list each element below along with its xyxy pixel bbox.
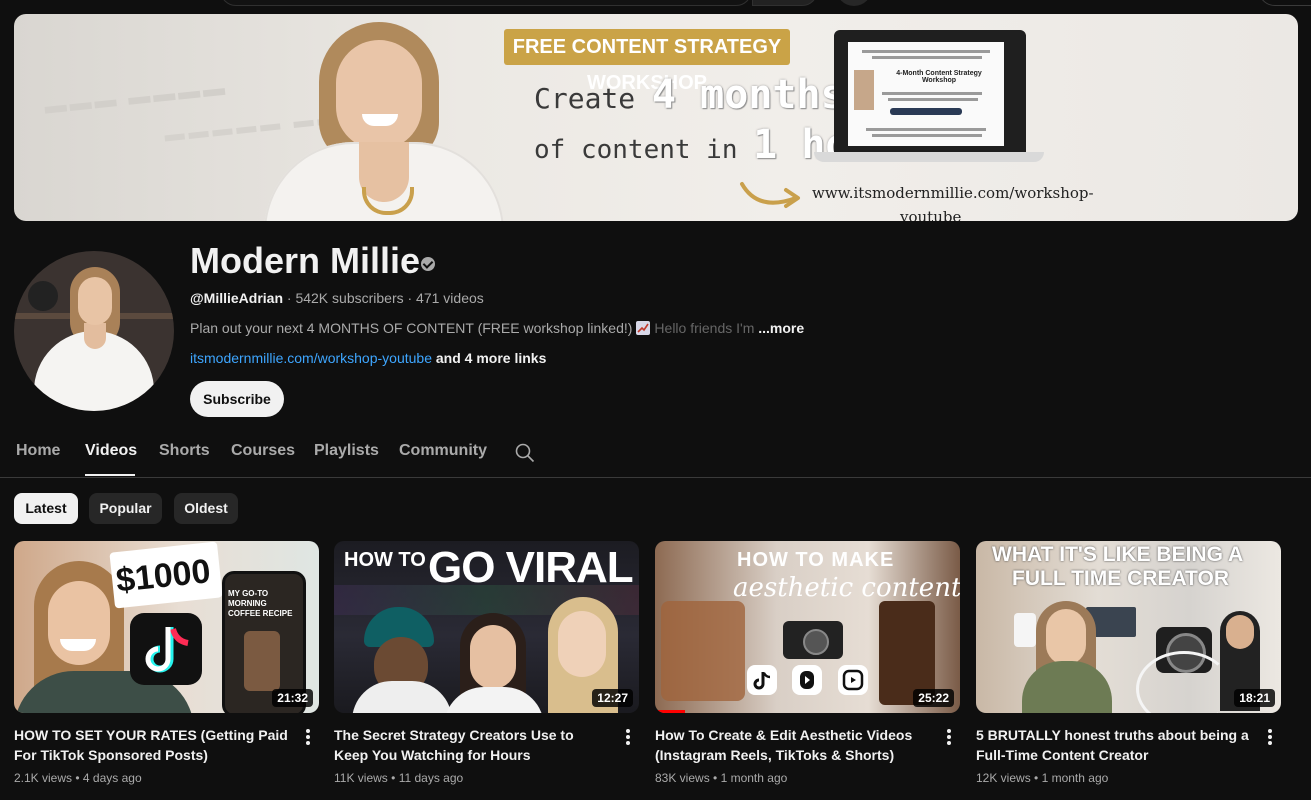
tab-community[interactable]: Community <box>399 442 487 460</box>
channel-link[interactable]: itsmodernmillie.com/workshop-youtube <box>190 350 432 366</box>
video-card[interactable]: HOW TO GO VIRAL 12:27 The Secret Strateg… <box>334 541 639 791</box>
video-meta: 2.1K views • 4 days ago <box>14 771 142 785</box>
voice-search-button[interactable] <box>836 0 872 6</box>
video-age: 1 month ago <box>1041 771 1109 785</box>
thumb-text: WHAT IT'S LIKE BEING A <box>992 543 1244 566</box>
tab-shorts[interactable]: Shorts <box>159 442 210 460</box>
channel-links: itsmodernmillie.com/workshop-youtube and… <box>190 350 546 366</box>
tiktok-icon <box>130 613 202 685</box>
video-card[interactable]: WHAT IT'S LIKE BEING A FULL TIME CREATOR… <box>976 541 1281 791</box>
video-title[interactable]: How To Create & Edit Aesthetic Videos (I… <box>655 725 931 765</box>
banner-background-decoration: ▬▬▬ ▬▬▬▬ <box>43 74 229 119</box>
reels-icon <box>838 665 868 695</box>
tab-videos[interactable]: Videos <box>85 442 137 460</box>
video-thumbnail[interactable]: HOW TO MAKE aesthetic content 25:22 <box>655 541 960 713</box>
video-age: 1 month ago <box>720 771 788 785</box>
channel-handle: @MillieAdrian <box>190 290 283 306</box>
thumb-text: HOW TO <box>344 549 426 571</box>
video-card[interactable]: $1000 MY GO-TO MORNING COFFEE RECIPE 21:… <box>14 541 319 791</box>
chart-emoji-icon <box>636 321 651 335</box>
top-search-input[interactable] <box>220 0 752 6</box>
video-thumbnail[interactable]: WHAT IT'S LIKE BEING A FULL TIME CREATOR… <box>976 541 1281 713</box>
tab-playlists[interactable]: Playlists <box>314 442 379 460</box>
channel-tabs: Home Videos Shorts Courses Playlists Com… <box>0 430 1311 478</box>
banner-headline-line1: Create 4 months <box>534 72 845 118</box>
laptop-screen-title: 4-Month Content Strategy Workshop <box>896 70 982 84</box>
video-views: 11K views <box>334 771 388 785</box>
video-thumbnail[interactable]: HOW TO GO VIRAL 12:27 <box>334 541 639 713</box>
video-meta: 12K views • 1 month ago <box>976 771 1109 785</box>
video-duration: 21:32 <box>272 689 313 707</box>
thumb-text: HOW TO MAKE <box>737 549 895 571</box>
channel-meta: @MillieAdrian · 542K subscribers · 471 v… <box>190 290 484 306</box>
chip-latest[interactable]: Latest <box>14 493 78 524</box>
kebab-menu-icon[interactable] <box>947 729 951 745</box>
video-duration: 25:22 <box>913 689 954 707</box>
chip-oldest[interactable]: Oldest <box>174 493 238 524</box>
thumb-text: MY GO-TO MORNING COFFEE RECIPE <box>228 589 293 618</box>
top-search-button[interactable] <box>752 0 818 6</box>
banner-laptop-base <box>814 152 1044 162</box>
top-bar <box>0 0 1311 8</box>
banner-workshop-pill: FREE CONTENT STRATEGY WORKSHOP <box>504 29 790 94</box>
channel-name: Modern Millie <box>190 240 421 281</box>
video-duration: 18:21 <box>1234 689 1275 707</box>
video-title[interactable]: HOW TO SET YOUR RATES (Getting Paid For … <box>14 725 290 765</box>
description-more-button[interactable]: ...more <box>758 320 804 336</box>
channel-banner: ▬▬▬ ▬▬▬▬ ▬▬▬▬▬ ▬▬▬ FREE CONTENT STRATEGY… <box>14 14 1298 221</box>
description-fade-text: Hello friends I'm <box>654 320 755 336</box>
channel-stats: · 542K subscribers · 471 videos <box>286 290 484 306</box>
more-links-button[interactable]: and 4 more links <box>436 350 546 366</box>
banner-person-image <box>264 22 504 221</box>
search-icon[interactable] <box>515 443 535 463</box>
channel-avatar[interactable] <box>14 251 174 411</box>
banner-url-line2: youtube <box>900 208 962 221</box>
video-views: 83K views <box>655 771 710 785</box>
kebab-menu-icon[interactable] <box>626 729 630 745</box>
video-meta: 11K views • 11 days ago <box>334 771 464 785</box>
account-button[interactable] <box>1258 0 1311 6</box>
active-tab-indicator <box>85 474 135 476</box>
video-age: 4 days ago <box>82 771 142 785</box>
description-text: Plan out your next 4 MONTHS OF CONTENT (… <box>190 320 633 336</box>
video-thumbnail[interactable]: $1000 MY GO-TO MORNING COFFEE RECIPE 21:… <box>14 541 319 713</box>
tiktok-icon <box>747 665 777 695</box>
video-duration: 12:27 <box>592 689 633 707</box>
thumb-text: FULL TIME CREATOR <box>1012 567 1229 590</box>
tab-home[interactable]: Home <box>16 442 60 460</box>
kebab-menu-icon[interactable] <box>1268 729 1272 745</box>
tab-courses[interactable]: Courses <box>231 442 295 460</box>
video-views: 2.1K views <box>14 771 73 785</box>
thumb-text: aesthetic content <box>733 573 960 603</box>
video-age: 11 days ago <box>398 771 464 785</box>
arrow-icon <box>740 182 800 208</box>
kebab-menu-icon[interactable] <box>306 729 310 745</box>
video-meta: 83K views • 1 month ago <box>655 771 788 785</box>
thumb-text: GO VIRAL <box>428 543 634 592</box>
video-views: 12K views <box>976 771 1031 785</box>
channel-description[interactable]: Plan out your next 4 MONTHS OF CONTENT (… <box>190 320 804 336</box>
subscribe-button[interactable]: Subscribe <box>190 381 284 417</box>
banner-laptop-image: 4-Month Content Strategy Workshop <box>834 30 1026 160</box>
video-card[interactable]: HOW TO MAKE aesthetic content 25:22 How … <box>655 541 960 791</box>
banner-url-line1: www.itsmodernmillie.com/workshop- <box>812 184 1094 202</box>
video-title[interactable]: 5 BRUTALLY honest truths about being a F… <box>976 725 1252 765</box>
verified-icon <box>421 257 435 271</box>
chip-popular[interactable]: Popular <box>89 493 162 524</box>
shorts-icon <box>792 665 822 695</box>
video-title[interactable]: The Secret Strategy Creators Use to Keep… <box>334 725 610 765</box>
